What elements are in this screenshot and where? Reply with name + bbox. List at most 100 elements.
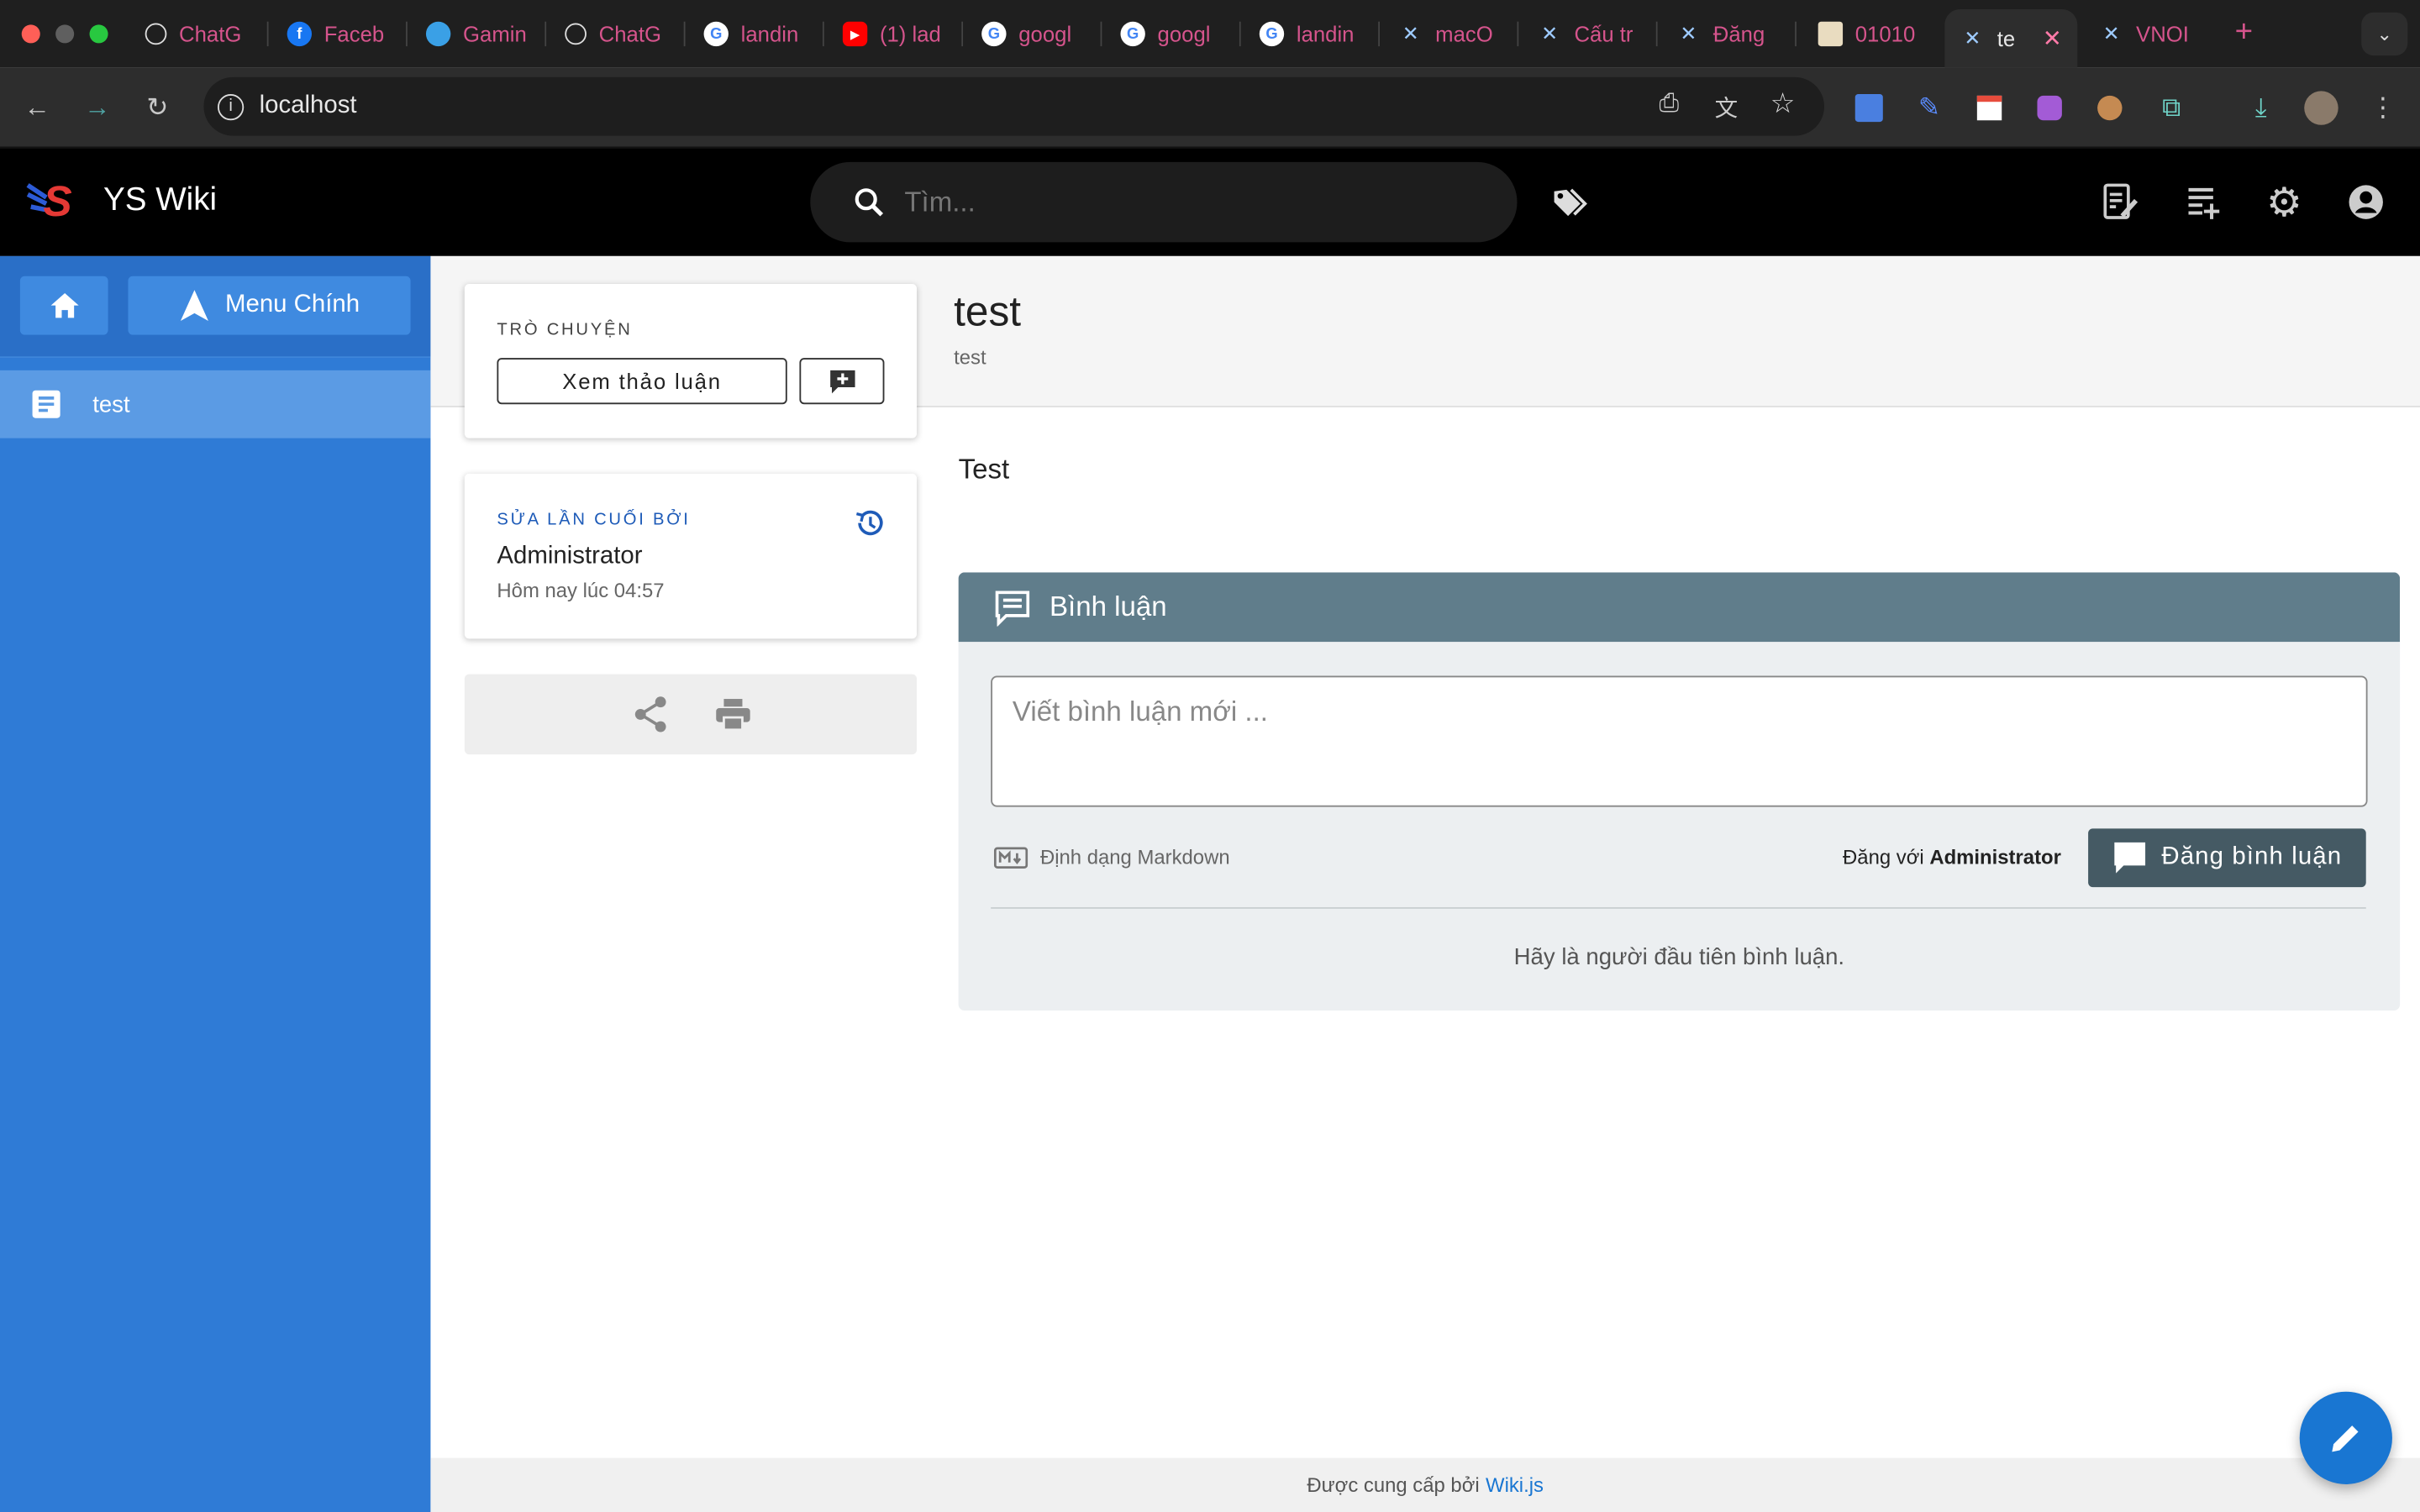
browser-tab[interactable]: ✕ Đăng	[1660, 9, 1797, 59]
edit-page-icon[interactable]	[2097, 179, 2144, 225]
discussion-caption: TRÒ CHUYỆN	[497, 321, 633, 340]
last-edit-author: Administrator	[497, 543, 643, 570]
ys-logo-icon[interactable]: S	[24, 176, 83, 222]
google-icon: G	[1120, 21, 1145, 47]
page-actions-bar	[464, 674, 918, 755]
youtube-icon: ▶	[842, 21, 868, 47]
browser-tab[interactable]: Gamin	[411, 9, 547, 59]
comments-divider	[991, 907, 2366, 909]
sidebar-top: Menu Chính	[0, 255, 431, 359]
share-icon[interactable]	[634, 696, 668, 732]
reload-icon[interactable]: ↻	[137, 88, 177, 129]
wiki-icon: ✕	[1541, 21, 1559, 45]
svg-text:S: S	[43, 176, 71, 222]
tab-search-chevron-icon[interactable]: ⌄	[2361, 12, 2408, 56]
main-menu-label: Menu Chính	[224, 291, 360, 318]
comment-bubble-icon	[2113, 842, 2145, 874]
browser-tab[interactable]: 01010	[1802, 9, 1939, 59]
page-description: test	[954, 345, 986, 369]
post-comment-button[interactable]: Đăng bình luận	[2088, 828, 2366, 888]
browser-tab-bar: ChatG f Faceb Gamin ChatG G landin ▶ (1)…	[0, 0, 2420, 68]
footer: Được cung cấp bởi Wiki.js	[430, 1457, 2420, 1512]
home-button[interactable]	[19, 276, 108, 335]
window-minimize-dot[interactable]	[55, 24, 75, 44]
tab-close-icon[interactable]: ✕	[2043, 24, 2062, 52]
app-header: S YS Wiki ⚙	[0, 148, 2420, 256]
extension-translate-icon[interactable]	[1849, 88, 1889, 129]
browser-tab[interactable]: ✕ macO	[1383, 9, 1519, 59]
bookmark-star-icon[interactable]: ☆	[1770, 88, 1796, 121]
extensions-puzzle-icon[interactable]: ⧉	[2151, 88, 2191, 129]
tags-icon[interactable]	[1548, 179, 1594, 225]
browser-tab[interactable]: G landin	[688, 9, 824, 59]
browser-tab[interactable]: ChatG	[550, 9, 686, 59]
markdown-format-label: Định dạng Markdown	[993, 846, 1230, 869]
main-menu-button[interactable]: Menu Chính	[128, 276, 411, 335]
google-icon: G	[1259, 21, 1285, 47]
browser-tab-active[interactable]: ✕ te ✕	[1944, 9, 2078, 68]
browser-tab[interactable]: ▶ (1) lad	[827, 9, 964, 59]
google-icon: G	[703, 21, 729, 47]
forward-arrow-icon[interactable]: →	[77, 88, 118, 129]
last-edit-card: SỬA LẦN CUỐI BỞI Administrator Hôm nay l…	[464, 473, 918, 639]
wiki-icon: ✕	[1402, 21, 1419, 45]
post-as-user: Administrator	[1929, 845, 2061, 869]
search-icon	[855, 188, 884, 217]
window-zoom-dot[interactable]	[89, 24, 108, 44]
settings-gear-icon[interactable]: ⚙	[2261, 178, 2307, 225]
openai-icon	[565, 23, 587, 45]
print-icon[interactable]	[714, 697, 751, 732]
browser-tab[interactable]: f Faceb	[271, 9, 408, 59]
address-bar[interactable]: i localhost ⎙ 文 ☆	[203, 76, 1825, 136]
download-icon[interactable]: ⤓	[2241, 88, 2281, 129]
back-arrow-icon[interactable]: ←	[17, 88, 57, 129]
last-edit-caption: SỬA LẦN CUỐI BỞI	[497, 510, 691, 529]
wiki-icon: ✕	[2102, 21, 2120, 45]
facebook-icon: f	[287, 21, 313, 47]
comment-input-box[interactable]	[991, 675, 2368, 807]
browser-tab[interactable]: ChatG	[129, 9, 269, 59]
comments-section: Bình luận Định dạng Markdown Đăng với Ad…	[958, 572, 2401, 1011]
view-discussion-button[interactable]: Xem thảo luận	[497, 358, 787, 405]
site-info-icon[interactable]: i	[217, 93, 245, 120]
address-url[interactable]: localhost	[260, 92, 357, 120]
wiki-icon: ✕	[1964, 26, 1981, 50]
history-icon[interactable]	[854, 507, 885, 538]
edit-page-fab[interactable]	[2299, 1391, 2392, 1484]
translate-icon[interactable]: 文	[1715, 91, 1739, 123]
new-tab-icon[interactable]: +	[2235, 15, 2253, 50]
page-title: test	[954, 288, 1022, 335]
main-content: test test TRÒ CHUYỆN Xem thảo luận SỬA L…	[430, 255, 2420, 1512]
wikijs-link[interactable]: Wiki.js	[1486, 1473, 1544, 1497]
browser-menu-icon[interactable]: ⋮	[2363, 88, 2403, 129]
wiki-icon: ✕	[1680, 21, 1697, 45]
openai-icon	[145, 23, 167, 45]
comments-title: Bình luận	[1049, 591, 1167, 622]
browser-toolbar: ← → ↻ i localhost ⎙ 文 ☆ ✎ ⧉ ⤓ ⋮	[0, 67, 2420, 149]
cookie-icon[interactable]	[2090, 88, 2130, 129]
page-content-text: Test	[958, 454, 1010, 485]
browser-tab[interactable]: ✕ VNOI	[2084, 9, 2213, 59]
browser-tab[interactable]: G landin	[1244, 9, 1381, 59]
browser-tab[interactable]: ✕ Cấu tr	[1522, 9, 1658, 59]
profile-avatar-icon[interactable]	[2302, 88, 2342, 129]
comments-header: Bình luận	[958, 572, 2401, 643]
comments-empty-message: Hãy là người đầu tiên bình luận.	[1513, 944, 1845, 971]
sidebar: Menu Chính test	[0, 255, 431, 1512]
sidebar-item-test[interactable]: test	[0, 370, 431, 438]
browser-tab[interactable]: G googl	[966, 9, 1102, 59]
extension-calendar-icon[interactable]	[1970, 88, 2010, 129]
search-input[interactable]	[904, 186, 1460, 218]
new-page-icon[interactable]	[2179, 179, 2225, 225]
app-brand[interactable]: YS Wiki	[103, 182, 217, 219]
install-app-icon[interactable]: ⎙	[1659, 91, 1679, 118]
window-close-dot[interactable]	[21, 24, 40, 44]
search-bar[interactable]	[810, 161, 1518, 243]
new-discussion-button[interactable]	[799, 358, 885, 405]
account-icon[interactable]	[2343, 179, 2389, 225]
browser-tab[interactable]: G googl	[1105, 9, 1241, 59]
comment-input[interactable]	[992, 677, 2366, 806]
extension-purple-icon[interactable]	[2029, 88, 2070, 129]
post-as-label: Đăng với Administrator	[1843, 845, 2061, 869]
extension-pen-icon[interactable]: ✎	[1909, 88, 1949, 129]
